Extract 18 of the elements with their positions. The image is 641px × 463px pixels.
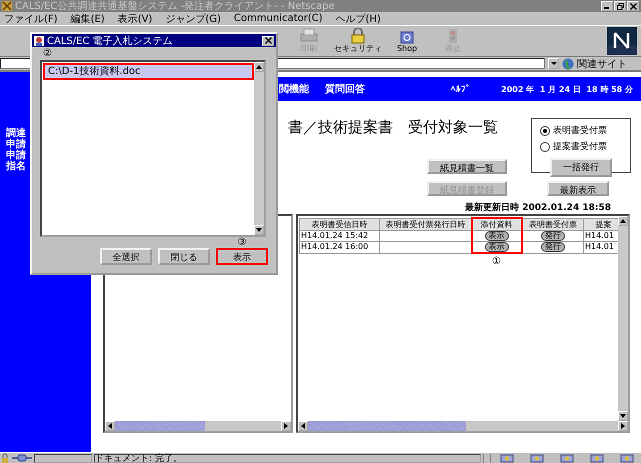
dialog-title: CALS/EC 電子入札システム xyxy=(47,34,173,48)
annotation-marker: ① xyxy=(492,256,501,267)
page-heading: 書／技術提案書 受付対象一覧 xyxy=(288,118,499,137)
column-header: 表明書受付票発行日時 xyxy=(380,218,472,230)
last-updated: 最新更新日時 2002.01.24 18:58 xyxy=(465,201,611,214)
date-time: 2002 年 1 月 24 日 18 時 58 分 xyxy=(501,84,633,94)
table-cell: H14.01.24 16:00 xyxy=(301,242,368,252)
column-header: 提案 xyxy=(584,218,618,230)
column-header: 添付資料 xyxy=(472,218,522,230)
table-cell: H14.01 xyxy=(585,242,614,252)
column-header: 表明書受付票 xyxy=(522,218,584,230)
annotation-marker: ② xyxy=(43,48,53,60)
table-cell: H14.01.24 15:42 xyxy=(301,232,368,240)
annotation-marker: ③ xyxy=(238,237,246,248)
column-header: 表明書受信日時 xyxy=(300,218,380,230)
status-text: ドキュメント: 完了。 xyxy=(94,454,481,462)
table-cell: H14.01 xyxy=(585,232,614,240)
window-title: CALS/EC公共調達共通基盤システム -発注者クライアント- - Netscape xyxy=(15,0,336,13)
